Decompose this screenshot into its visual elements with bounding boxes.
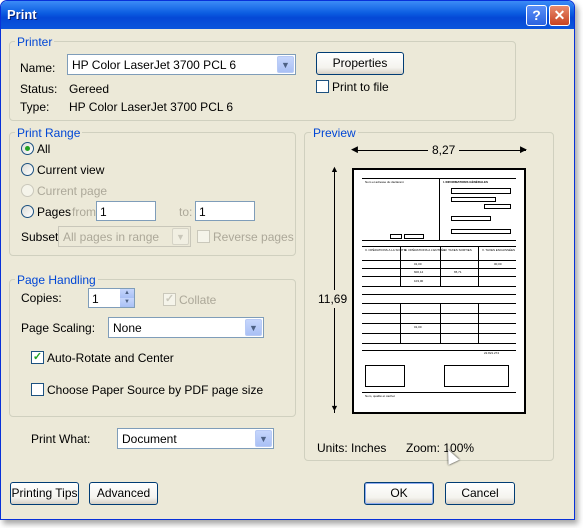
close-button[interactable]: ✕ — [549, 5, 570, 26]
subset-value: All pages in range — [63, 230, 160, 244]
thumb-name-addr: Nom et adresse du déclarant — [365, 180, 404, 184]
thumb-v5: 103,00 — [414, 279, 424, 283]
ok-button[interactable]: OK — [364, 482, 434, 505]
copies-input[interactable]: 1 ▲ ▼ — [88, 288, 135, 308]
printing-tips-button[interactable]: Printing Tips — [10, 482, 79, 505]
copies-value: 1 — [92, 292, 99, 306]
preview-height: 11,69 — [318, 290, 348, 308]
radio-all[interactable] — [21, 142, 34, 155]
printer-type-label: Type: — [20, 100, 50, 114]
subset-select[interactable]: All pages in range ▼ — [58, 226, 191, 247]
reverse-pages-label: Reverse pages — [213, 230, 294, 244]
chevron-down-icon[interactable]: ▼ — [172, 228, 189, 245]
page-scaling-label: Page Scaling: — [21, 321, 96, 335]
advanced-button[interactable]: Advanced — [89, 482, 158, 505]
auto-rotate-checkbox[interactable]: ✓ — [31, 351, 44, 364]
printer-status-label: Status: — [20, 82, 58, 96]
width-arrow-right-icon: ▶ — [520, 144, 527, 154]
radio-current-view[interactable] — [21, 163, 34, 176]
units-label: Units: Inches — [317, 441, 387, 455]
print-dialog: Print ? ✕ Printer Name: HP Color LaserJe… — [0, 0, 575, 520]
thumb-v4: 65,71 — [454, 270, 462, 274]
help-button[interactable]: ? — [526, 5, 547, 26]
height-arrow-up-icon: ▲ — [330, 164, 339, 174]
printer-legend: Printer — [15, 35, 55, 49]
copies-label: Copies: — [21, 291, 62, 305]
radio-pages[interactable] — [21, 205, 34, 218]
cancel-button[interactable]: Cancel — [445, 482, 515, 505]
choose-paper-checkbox[interactable] — [31, 383, 44, 396]
zoom-label: Zoom: 100% — [406, 441, 475, 455]
to-label: to: — [179, 205, 193, 219]
thumb-total: 22.821.274 — [484, 351, 500, 355]
copies-spin-down-icon[interactable]: ▼ — [120, 298, 134, 307]
print-to-file-checkbox[interactable] — [316, 80, 329, 93]
collate-checkbox[interactable]: ✓ — [163, 293, 176, 306]
height-arrow-down-icon: ▼ — [330, 403, 339, 413]
printer-name-value: HP Color LaserJet 3700 PCL 6 — [72, 58, 237, 72]
radio-pages-label: Pages — [37, 205, 72, 219]
printer-name-select[interactable]: HP Color LaserJet 3700 PCL 6 ▼ — [67, 54, 296, 75]
print-what-value: Document — [122, 432, 177, 446]
preview-page-thumbnail: Nom et adresse du déclarant I. INFORMATI… — [352, 168, 526, 414]
radio-current-page-label: Current page — [37, 184, 108, 198]
chevron-down-icon[interactable]: ▼ — [277, 56, 294, 73]
radio-current-view-label: Current view — [37, 163, 105, 177]
thumb-col3: IV. TAXES SORTIES — [444, 248, 472, 252]
preview-width: 8,27 — [428, 143, 460, 157]
from-input[interactable]: 1 — [96, 201, 156, 221]
print-what-select[interactable]: Document ▼ — [117, 428, 274, 449]
page-scaling-select[interactable]: None ▼ — [108, 317, 264, 338]
preview-legend: Preview — [311, 126, 358, 140]
printer-name-label: Name: — [20, 61, 56, 75]
chevron-down-icon[interactable]: ▼ — [255, 430, 272, 447]
page-scaling-value: None — [113, 321, 142, 335]
properties-button[interactable]: Properties — [316, 52, 404, 75]
radio-selected-dot — [25, 146, 30, 151]
thumb-v6: 01,00 — [414, 325, 422, 329]
subset-label: Subset: — [21, 230, 62, 244]
reverse-pages-checkbox[interactable] — [197, 230, 210, 243]
radio-all-label: All — [37, 142, 51, 156]
thumb-footer: Nom, qualité et cachet — [365, 394, 395, 398]
thumb-v3: 600,14 — [414, 270, 424, 274]
print-to-file-label: Print to file — [332, 80, 389, 94]
page-handling-legend: Page Handling — [15, 273, 98, 287]
thumb-v1: 01,00 — [414, 262, 422, 266]
to-input[interactable]: 1 — [195, 201, 255, 221]
thumb-col4: V. TAXES ENCAISSÉES — [482, 248, 515, 252]
collate-label: Collate — [179, 293, 217, 307]
chevron-down-icon[interactable]: ▼ — [245, 319, 262, 336]
title-bar[interactable]: Print ? ✕ — [1, 1, 574, 29]
print-range-legend: Print Range — [15, 126, 83, 140]
radio-current-page[interactable] — [21, 184, 34, 197]
width-arrow-left-icon: ◀ — [351, 144, 358, 154]
printer-status-value: Gereed — [69, 82, 110, 96]
auto-rotate-label: Auto-Rotate and Center — [47, 351, 174, 365]
print-what-label: Print What: — [31, 432, 91, 446]
thumb-v2: 00,00 — [494, 262, 502, 266]
copies-spin-up-icon[interactable]: ▲ — [120, 289, 134, 298]
thumb-header-right: I. INFORMATIONS GÉNÉRALES — [443, 180, 488, 184]
printer-type-value: HP Color LaserJet 3700 PCL 6 — [69, 100, 234, 114]
choose-paper-label: Choose Paper Source by PDF page size — [47, 383, 264, 397]
dialog-title: Print — [7, 7, 37, 22]
